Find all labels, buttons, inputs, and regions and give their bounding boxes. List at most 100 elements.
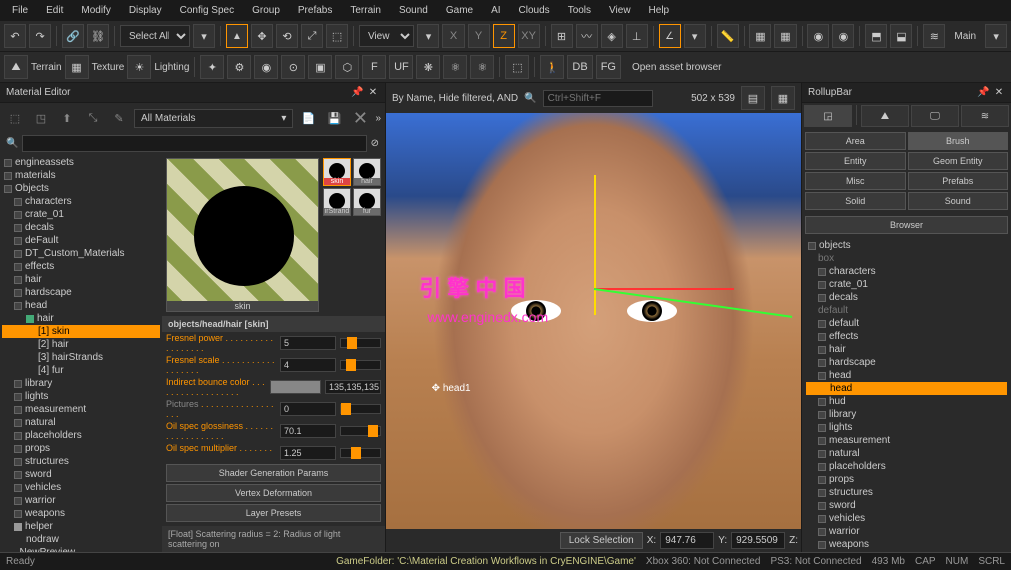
category-prefabs[interactable]: Prefabs [908,172,1009,190]
tool-btn-10[interactable]: ⬚ [505,55,529,79]
mat-tool-eyedrop[interactable]: ✎ [108,107,130,129]
tool-btn-4[interactable]: ⊙ [281,55,305,79]
menu-ai[interactable]: AI [483,2,508,19]
menu-sound[interactable]: Sound [391,2,436,19]
misc-button-2[interactable]: ⬓ [890,24,912,48]
clear-search-icon[interactable]: ⊘ [371,138,379,149]
menu-tools[interactable]: Tools [560,2,599,19]
tree-item-structures[interactable]: structures [2,455,160,468]
prop-value-input[interactable]: 0 [280,402,336,416]
snap-terrain-button[interactable]: 〰 [576,24,598,48]
tree-item-vehicles[interactable]: vehicles [2,481,160,494]
tree-item-objects[interactable]: Objects [2,182,160,195]
menu-game[interactable]: Game [438,2,481,19]
prop-slider[interactable] [340,448,381,458]
thumb-skin[interactable]: skin [323,158,351,186]
tree-item-head[interactable]: head [806,382,1007,395]
menu-help[interactable]: Help [641,2,678,19]
category-entity[interactable]: Entity [805,152,906,170]
object-button-1[interactable]: ◉ [807,24,829,48]
tool-btn-f[interactable]: F [362,55,386,79]
object-browser-tree[interactable]: objectsboxcharacterscrate_01decalsdefaul… [802,237,1011,552]
rotate-tool[interactable]: ⟲ [276,24,298,48]
mat-filter-dropdown[interactable]: All Materials▾ [134,109,293,128]
tree-item-props[interactable]: props [2,442,160,455]
mat-save-button[interactable]: 💾 [323,107,345,129]
layers-icon[interactable]: ≋ [923,24,945,48]
viewport-3d[interactable]: 引 擎 中 国 www.enginedx.com ✥ head1 [386,113,801,529]
tool-btn-5[interactable]: ▣ [308,55,332,79]
tree-item-vehicles[interactable]: vehicles [806,512,1007,525]
tree-item--4--fur[interactable]: [4] fur [2,364,160,377]
color-swatch[interactable] [270,380,321,394]
category-geom-entity[interactable]: Geom Entity [908,152,1009,170]
tree-item-lights[interactable]: lights [806,421,1007,434]
tree-item-structures[interactable]: structures [806,486,1007,499]
menu-clouds[interactable]: Clouds [511,2,558,19]
axis-x-button[interactable]: X [442,24,464,48]
tab-layers[interactable]: ≋ [961,105,1009,127]
tree-item-default[interactable]: default [806,317,1007,330]
category-brush[interactable]: Brush [908,132,1009,150]
lighting-icon[interactable]: ☀ [127,55,151,79]
tree-item-hardscape[interactable]: hardscape [2,286,160,299]
fg-button[interactable]: FG [596,55,621,79]
thumb-irStrand[interactable]: irStrand [323,188,351,216]
menu-prefabs[interactable]: Prefabs [290,2,340,19]
vp-layout-1[interactable]: ▤ [741,86,765,110]
tree-item-measurement[interactable]: measurement [806,434,1007,447]
coord-x-input[interactable] [660,532,714,549]
tree-item-sword[interactable]: sword [806,499,1007,512]
axis-y-button[interactable]: Y [468,24,490,48]
prop-value-input[interactable]: 70.1 [280,424,336,438]
ref-coord-dropdown[interactable]: View [359,25,415,47]
mat-tool-1[interactable]: ⬚ [4,107,26,129]
section-layer-presets[interactable]: Layer Presets [166,504,381,522]
tree-item-library[interactable]: library [2,377,160,390]
tool-btn-3[interactable]: ◉ [254,55,278,79]
menu-file[interactable]: File [4,2,36,19]
tree-item-sword[interactable]: sword [2,468,160,481]
tree-item-warrior[interactable]: warrior [806,525,1007,538]
redo-button[interactable]: ↷ [29,24,51,48]
axis-gizmo-z[interactable] [594,175,596,315]
tree-item-decals[interactable]: decals [806,291,1007,304]
layer-button-2[interactable]: ▦ [774,24,796,48]
tool-btn-1[interactable]: ✦ [200,55,224,79]
prop-slider[interactable] [340,426,381,436]
db-button[interactable]: DB [567,55,592,79]
prop-value-input[interactable]: 5 [280,336,336,350]
prop-value-input[interactable]: 1.25 [280,446,336,460]
tree-item-warrior[interactable]: warrior [2,494,160,507]
menu-display[interactable]: Display [121,2,170,19]
tool-btn-9[interactable]: ⚛ [470,55,494,79]
menu-group[interactable]: Group [244,2,288,19]
tree-item-hud[interactable]: hud [806,395,1007,408]
tree-item-head[interactable]: head [806,369,1007,382]
mat-delete-button[interactable]: ✕ [349,107,371,129]
thumb-fur[interactable]: fur [353,188,381,216]
tool-btn-2[interactable]: ⚙ [227,55,251,79]
category-area[interactable]: Area [805,132,906,150]
texture-icon[interactable]: ▦ [65,55,89,79]
close-icon[interactable]: ✕ [993,87,1005,98]
tree-item-crate-01[interactable]: crate_01 [2,208,160,221]
mat-tool-2[interactable]: ◳ [30,107,52,129]
select-tool[interactable]: ▲ [226,24,248,48]
move-tool[interactable]: ✥ [251,24,273,48]
tree-item--2--hair[interactable]: [2] hair [2,338,160,351]
lock-selection-button[interactable]: Lock Selection [560,532,643,549]
mat-expand-icon[interactable]: » [375,113,381,124]
tab-terrain[interactable]: ⛰ [861,105,909,127]
snap-geom-button[interactable]: ◈ [601,24,623,48]
menu-edit[interactable]: Edit [38,2,71,19]
pin-icon[interactable]: 📌 [977,87,989,98]
tool-btn-uf[interactable]: UF [389,55,413,79]
menu-config-spec[interactable]: Config Spec [172,2,242,19]
tool-btn-7[interactable]: ❋ [416,55,440,79]
coord-y-input[interactable] [731,532,785,549]
tree-item-hair[interactable]: hair [806,343,1007,356]
vp-search-input[interactable] [543,90,653,107]
axis-xy-button[interactable]: XY [518,24,540,48]
mat-search-input[interactable] [22,135,366,152]
